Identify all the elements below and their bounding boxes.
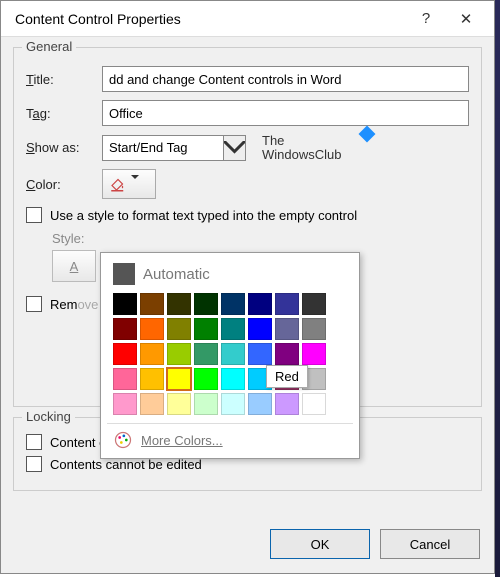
color-label: Color:	[26, 177, 94, 192]
cancel-button[interactable]: Cancel	[380, 529, 480, 559]
chevron-down-icon	[131, 175, 149, 193]
color-swatch[interactable]	[275, 393, 299, 415]
color-swatch[interactable]	[140, 393, 164, 415]
color-swatch[interactable]	[113, 318, 137, 340]
group-general-legend: General	[22, 39, 76, 54]
no-edit-checkbox[interactable]	[26, 456, 42, 472]
color-swatch[interactable]	[167, 318, 191, 340]
color-swatch[interactable]	[275, 343, 299, 365]
logo-square-icon	[359, 126, 376, 143]
showas-label: Show as:	[26, 140, 94, 155]
color-swatch[interactable]	[140, 368, 164, 390]
color-swatch[interactable]	[275, 318, 299, 340]
close-button[interactable]: ✕	[446, 3, 486, 35]
title-input[interactable]	[102, 66, 469, 92]
automatic-label: Automatic	[143, 266, 210, 283]
color-swatch[interactable]	[221, 368, 245, 390]
color-swatch[interactable]	[248, 318, 272, 340]
titlebar: Content Control Properties ? ✕	[1, 1, 494, 37]
windowsclub-logo: The WindowsClub	[262, 134, 341, 161]
tag-label: Tag:	[26, 106, 94, 121]
color-swatch[interactable]	[194, 368, 218, 390]
color-swatch[interactable]	[167, 393, 191, 415]
use-style-checkbox[interactable]	[26, 207, 42, 223]
color-swatch[interactable]	[113, 368, 137, 390]
color-swatch[interactable]	[302, 318, 326, 340]
color-swatch[interactable]	[221, 293, 245, 315]
color-swatch[interactable]	[167, 343, 191, 365]
color-swatch[interactable]	[302, 293, 326, 315]
help-button[interactable]: ?	[406, 3, 446, 35]
color-swatch[interactable]	[113, 343, 137, 365]
paint-bucket-icon	[109, 175, 127, 193]
remove-checkbox[interactable]	[26, 296, 42, 312]
color-swatch[interactable]	[194, 393, 218, 415]
color-swatch[interactable]	[167, 293, 191, 315]
color-swatch[interactable]	[140, 343, 164, 365]
color-swatch[interactable]	[248, 393, 272, 415]
no-delete-checkbox[interactable]	[26, 434, 42, 450]
color-swatch[interactable]	[221, 343, 245, 365]
color-swatch[interactable]	[248, 293, 272, 315]
button-bar: OK Cancel	[270, 529, 480, 559]
color-swatch[interactable]	[140, 293, 164, 315]
color-swatch[interactable]	[275, 293, 299, 315]
tag-input[interactable]	[102, 100, 469, 126]
screenshot-edge	[495, 0, 500, 577]
new-style-button[interactable]: A	[52, 250, 96, 282]
automatic-color-item[interactable]: Automatic	[107, 259, 353, 289]
showas-value: Start/End Tag	[103, 140, 223, 155]
group-locking-legend: Locking	[22, 409, 75, 424]
color-swatch[interactable]	[221, 393, 245, 415]
color-swatch[interactable]	[113, 293, 137, 315]
color-swatch[interactable]	[302, 343, 326, 365]
color-tooltip: Red	[266, 365, 308, 388]
color-swatch[interactable]	[167, 368, 191, 390]
color-swatch[interactable]	[221, 318, 245, 340]
title-label: Title:	[26, 72, 94, 87]
color-swatch[interactable]	[140, 318, 164, 340]
color-swatch[interactable]	[248, 343, 272, 365]
more-colors-item[interactable]: More Colors...	[107, 423, 353, 452]
color-swatch[interactable]	[302, 393, 326, 415]
color-swatch[interactable]	[113, 393, 137, 415]
color-swatch[interactable]	[194, 318, 218, 340]
palette-icon	[113, 430, 133, 450]
color-button[interactable]	[102, 169, 156, 199]
dialog-title: Content Control Properties	[15, 11, 406, 27]
use-style-label: Use a style to format text typed into th…	[50, 208, 357, 223]
style-label: Style:	[52, 231, 85, 246]
color-swatch[interactable]	[194, 293, 218, 315]
color-picker-popup: Automatic More Colors...	[100, 252, 360, 459]
automatic-swatch	[113, 263, 135, 285]
new-style-glyph: A	[70, 259, 79, 274]
chevron-down-icon[interactable]	[223, 136, 245, 160]
showas-select[interactable]: Start/End Tag	[102, 135, 246, 161]
ok-button[interactable]: OK	[270, 529, 370, 559]
color-swatch-grid	[107, 289, 353, 419]
color-swatch[interactable]	[194, 343, 218, 365]
more-colors-label: More Colors...	[141, 433, 223, 448]
